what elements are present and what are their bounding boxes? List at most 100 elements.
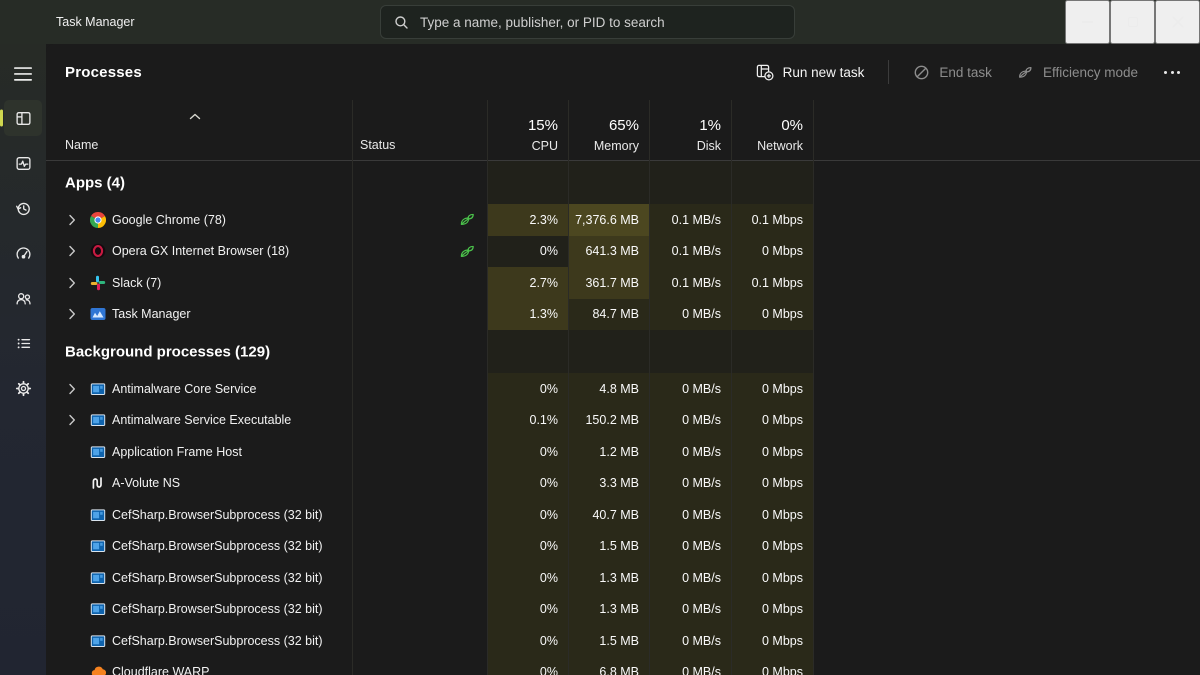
process-name: Google Chrome (78): [112, 213, 226, 227]
users-icon: [15, 290, 32, 307]
process-row[interactable]: CefSharp.BrowserSubprocess (32 bit)0%1.3…: [46, 594, 1200, 626]
column-header-memory[interactable]: 65%Memory: [568, 117, 649, 153]
status-cell: [352, 204, 487, 236]
network-cell: 0.1 Mbps: [731, 204, 813, 236]
performance-icon: [15, 155, 32, 172]
process-row[interactable]: CefSharp.BrowserSubprocess (32 bit)0%1.5…: [46, 625, 1200, 657]
network-cell: 0 Mbps: [731, 531, 813, 563]
process-name: Antimalware Core Service: [112, 382, 257, 396]
column-divider: [649, 100, 650, 675]
process-row[interactable]: Opera GX Internet Browser (18)0%641.3 MB…: [46, 236, 1200, 268]
group-header-row[interactable]: Apps (4): [46, 161, 1200, 204]
search-input[interactable]: Type a name, publisher, or PID to search: [380, 5, 795, 39]
minimize-icon: [1082, 21, 1093, 22]
task-manager-app-icon: [18, 13, 35, 30]
sidebar: [0, 44, 46, 675]
network-cell: 0 Mbps: [731, 562, 813, 594]
process-row[interactable]: Slack (7)2.7%361.7 MB0.1 MB/s0.1 Mbps: [46, 267, 1200, 299]
memory-cell: 1.5 MB: [568, 625, 649, 657]
chevron-right-icon[interactable]: [68, 414, 76, 426]
network-cell: 0 Mbps: [731, 468, 813, 500]
end-task-button[interactable]: End task: [913, 64, 992, 81]
window-icon: [90, 444, 106, 460]
process-row[interactable]: Task Manager1.3%84.7 MB0 MB/s0 Mbps: [46, 299, 1200, 331]
disk-cell: 0.1 MB/s: [649, 267, 731, 299]
task-manager-window: Task Manager Type a name, publisher, or …: [0, 0, 1200, 675]
selected-accent-pill: [0, 110, 3, 127]
memory-cell: 150.2 MB: [568, 405, 649, 437]
chevron-right-icon[interactable]: [68, 214, 76, 226]
column-header-disk[interactable]: 1%Disk: [649, 117, 731, 153]
status-cell: [352, 562, 487, 594]
status-cell: [352, 594, 487, 626]
group-cpu-cell: [487, 161, 568, 204]
sidebar-item-processes[interactable]: [4, 100, 42, 136]
memory-cell: 84.7 MB: [568, 299, 649, 331]
window-icon: [90, 538, 106, 554]
chevron-right-icon[interactable]: [68, 383, 76, 395]
process-name: Cloudflare WARP: [112, 665, 210, 675]
window-title: Task Manager: [56, 0, 135, 44]
run-new-task-button[interactable]: Run new task: [756, 63, 865, 81]
chevron-right-icon[interactable]: [68, 277, 76, 289]
wave-icon: [90, 475, 106, 491]
status-cell: [352, 299, 487, 331]
memory-cell: 1.3 MB: [568, 594, 649, 626]
sidebar-item-app-history[interactable]: [4, 190, 42, 226]
chevron-right-icon[interactable]: [68, 245, 76, 257]
window-controls: [1065, 0, 1200, 44]
process-row[interactable]: Application Frame Host0%1.2 MB0 MB/s0 Mb…: [46, 436, 1200, 468]
efficiency-mode-button[interactable]: Efficiency mode: [1016, 65, 1138, 80]
process-name: Slack (7): [112, 276, 161, 290]
column-header-status[interactable]: Status: [360, 138, 395, 152]
process-row[interactable]: Antimalware Service Executable0.1%150.2 …: [46, 405, 1200, 437]
process-row[interactable]: A-Volute NS0%3.3 MB0 MB/s0 Mbps: [46, 468, 1200, 500]
memory-cell: 7,376.6 MB: [568, 204, 649, 236]
column-header-cpu[interactable]: 15%CPU: [487, 117, 568, 153]
process-row[interactable]: CefSharp.BrowserSubprocess (32 bit)0%1.3…: [46, 562, 1200, 594]
sidebar-nav: [0, 100, 46, 406]
process-row[interactable]: CefSharp.BrowserSubprocess (32 bit)0%40.…: [46, 499, 1200, 531]
sidebar-item-details[interactable]: [4, 325, 42, 361]
status-cell: [352, 267, 487, 299]
sidebar-item-performance[interactable]: [4, 145, 42, 181]
chevron-right-icon[interactable]: [68, 308, 76, 320]
column-divider: [568, 100, 569, 675]
hamburger-menu-button[interactable]: [8, 60, 38, 88]
cpu-cell: 0%: [487, 531, 568, 563]
efficiency-mode-label: Efficiency mode: [1043, 65, 1138, 80]
sidebar-item-services[interactable]: [4, 370, 42, 406]
end-task-icon: [913, 64, 930, 81]
cpu-cell: 2.3%: [487, 204, 568, 236]
window-icon: [90, 412, 106, 428]
network-cell: 0 Mbps: [731, 373, 813, 405]
cpu-cell: 0%: [487, 373, 568, 405]
memory-cell: 3.3 MB: [568, 468, 649, 500]
efficiency-leaf-icon: [457, 212, 477, 227]
process-row[interactable]: Antimalware Core Service0%4.8 MB0 MB/s0 …: [46, 373, 1200, 405]
group-label: Apps (4): [65, 174, 125, 191]
column-divider: [731, 100, 732, 675]
minimize-button[interactable]: [1065, 0, 1110, 44]
process-name: Opera GX Internet Browser (18): [112, 244, 289, 258]
status-cell: [352, 468, 487, 500]
more-options-button[interactable]: [1162, 71, 1182, 74]
maximize-button[interactable]: [1110, 0, 1155, 44]
process-row[interactable]: Cloudflare WARP0%6.8 MB0 MB/s0 Mbps: [46, 657, 1200, 675]
process-row[interactable]: Google Chrome (78)2.3%7,376.6 MB0.1 MB/s…: [46, 204, 1200, 236]
column-header-name[interactable]: Name: [65, 138, 98, 152]
group-header-row[interactable]: Background processes (129): [46, 330, 1200, 373]
group-network-cell: [731, 161, 813, 204]
window-icon: [90, 570, 106, 586]
sidebar-item-users[interactable]: [4, 280, 42, 316]
memory-cell: 4.8 MB: [568, 373, 649, 405]
opera-icon: [90, 243, 106, 259]
cpu-cell: 0%: [487, 657, 568, 675]
network-cell: 0 Mbps: [731, 436, 813, 468]
process-row[interactable]: CefSharp.BrowserSubprocess (32 bit)0%1.5…: [46, 531, 1200, 563]
process-name: Antimalware Service Executable: [112, 413, 291, 427]
column-header-network[interactable]: 0%Network: [731, 117, 813, 153]
close-button[interactable]: [1155, 0, 1200, 44]
disk-cell: 0 MB/s: [649, 436, 731, 468]
sidebar-item-startup-apps[interactable]: [4, 235, 42, 271]
